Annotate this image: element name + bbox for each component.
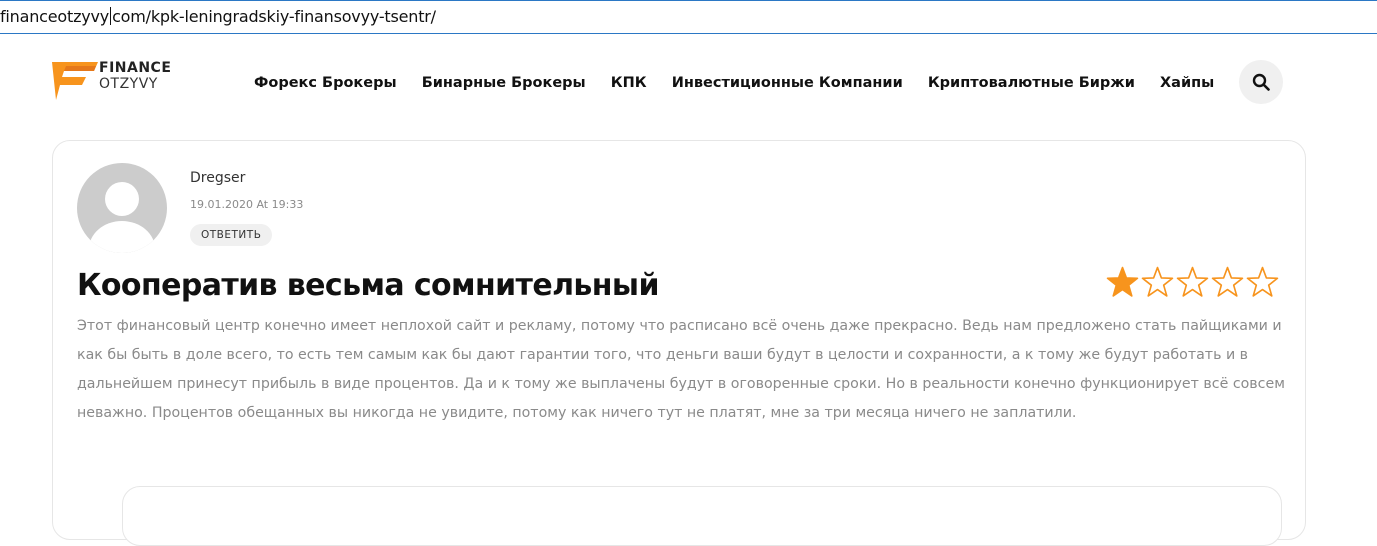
star-filled-icon (1106, 266, 1139, 297)
url-path: com/kpk-leningradskiy-finansovyy-tsentr/ (112, 7, 436, 26)
star-empty-icon (1211, 266, 1244, 297)
star-empty-icon (1141, 266, 1174, 297)
site-logo[interactable]: FINANCE OTZYVY (52, 60, 182, 102)
reply-card (122, 486, 1282, 546)
nav-forex-brokers[interactable]: Форекс Брокеры (254, 75, 397, 91)
reply-button[interactable]: ОТВЕТИТЬ (190, 224, 273, 246)
address-bar-url[interactable]: financeotzyvy com/kpk-leningradskiy-finan… (0, 7, 436, 26)
star-empty-icon (1176, 266, 1209, 297)
nav-investment-companies[interactable]: Инвестиционные Компании (672, 75, 903, 91)
nav-kpk[interactable]: КПК (611, 75, 647, 91)
review-author[interactable]: Dregser (190, 170, 245, 186)
logo-mark-icon (52, 62, 98, 100)
rating-stars (1106, 266, 1282, 298)
star-empty-icon (1246, 266, 1279, 297)
search-icon (1252, 73, 1270, 91)
main-nav: Форекс Брокеры Бинарные Брокеры КПК Инве… (254, 72, 1234, 92)
nav-binary-brokers[interactable]: Бинарные Брокеры (422, 75, 586, 91)
address-bar[interactable]: financeotzyvy com/kpk-leningradskiy-finan… (0, 0, 1377, 34)
logo-word-otzyvy: OTZYVY (99, 76, 158, 92)
nav-hyips[interactable]: Хайпы (1160, 75, 1214, 91)
search-button[interactable] (1239, 60, 1283, 104)
url-domain: financeotzyvy (0, 7, 110, 26)
text-caret (110, 7, 112, 25)
logo-word-finance: FINANCE (99, 60, 172, 76)
review-text: Этот финансовый центр конечно имеет непл… (77, 318, 1285, 421)
review-date: 19.01.2020 At 19:33 (190, 198, 304, 211)
review-title: Кооператив весьма сомнительный (77, 268, 659, 303)
avatar (77, 163, 167, 253)
nav-crypto-exchanges[interactable]: Криптовалютные Биржи (928, 75, 1135, 91)
